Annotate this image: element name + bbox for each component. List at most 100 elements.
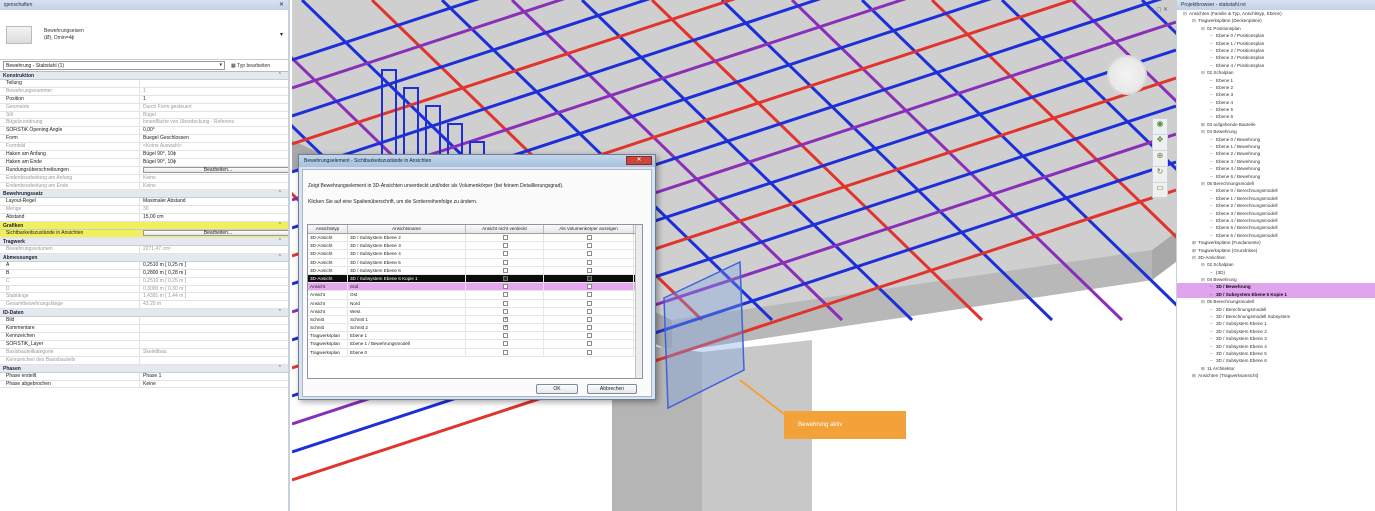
tree-node[interactable]: –3D / Subsystem Ebene 6 (1177, 357, 1375, 364)
column-header-view-name[interactable]: Ansichtsname (348, 225, 466, 233)
solid-checkbox[interactable] (587, 341, 592, 347)
edit-button[interactable]: Bearbeiten... (143, 166, 288, 173)
instance-filter-dropdown[interactable]: Bewehrung - Stabstahl (1) ▾ (3, 61, 225, 70)
tree-node[interactable]: ⊟ 05 Berechnungsmodell (1177, 298, 1375, 305)
tree-node[interactable]: – Ebene 1 / Bewehrung (1177, 143, 1375, 150)
table-row[interactable]: Ansicht West (308, 307, 642, 316)
tree-node[interactable]: –3D / Berechnungsmodell (1177, 306, 1375, 313)
unobscured-checkbox[interactable] (503, 235, 508, 240)
solid-checkbox[interactable] (587, 316, 592, 322)
print-icon[interactable]: ▭ (1153, 183, 1167, 199)
unobscured-checkbox[interactable] (503, 284, 508, 290)
solid-checkbox[interactable] (587, 284, 592, 290)
tree-node[interactable]: – Ebene 6 / Bewehrung (1177, 173, 1375, 180)
table-row[interactable]: Ansicht Ost (308, 291, 642, 300)
tree-node[interactable]: – Ebene 1 (1177, 77, 1375, 84)
tree-node[interactable]: – Ebene 0 / Berechnungsmodell (1177, 187, 1375, 194)
property-value[interactable]: 0,2510 m [ 0,25 m ] (140, 262, 288, 269)
tree-node[interactable]: – Ebene 5 (1177, 106, 1375, 113)
unobscured-checkbox[interactable] (503, 275, 508, 282)
unobscured-checkbox[interactable] (503, 324, 508, 331)
collapse-icon[interactable]: ⌃ (278, 309, 282, 315)
property-section-header[interactable]: Grafiken ⌃ (0, 222, 288, 231)
tree-node[interactable]: –3D / Subsystem Ebene 3 (1177, 335, 1375, 342)
solid-checkbox[interactable] (587, 251, 592, 257)
tree-node[interactable]: ⊞ 11 Architektur (1177, 365, 1375, 372)
table-row[interactable]: 3D-Ansicht 3D / Subsystem Ebene 4 (308, 250, 642, 259)
property-value[interactable]: Buegel Geschlossen (140, 135, 288, 142)
solid-checkbox[interactable] (587, 300, 592, 306)
property-value[interactable]: 0,2800 m [ 0,28 m ] (140, 270, 288, 277)
column-header-unobscured[interactable]: Ansicht nicht verdeckt (466, 225, 544, 233)
tree-node[interactable]: – Ebene 2 (1177, 84, 1375, 91)
unobscured-checkbox[interactable] (503, 243, 508, 249)
collapse-icon[interactable]: ⌃ (278, 72, 282, 78)
tree-node[interactable]: – Ebene 3 / Bewehrung (1177, 158, 1375, 165)
collapse-icon[interactable]: ⌃ (278, 238, 282, 244)
steering-wheel-icon[interactable]: ◉ (1153, 119, 1167, 135)
tree-node[interactable]: –3D / Subsystem Ebene 1 (1177, 320, 1375, 327)
viewcube-icon[interactable] (1107, 55, 1147, 95)
property-value[interactable] (140, 325, 288, 332)
unobscured-checkbox[interactable] (503, 292, 508, 298)
property-value[interactable] (140, 80, 288, 87)
tree-node[interactable]: –3D / Berechnungsmodell Subsystem (1177, 313, 1375, 320)
pan-icon[interactable]: ✥ (1153, 135, 1167, 151)
close-view-icon[interactable]: ✕ (1163, 7, 1168, 13)
tree-node[interactable]: – Ebene 4 / Positionsplan (1177, 62, 1375, 69)
tree-node[interactable]: –3D / Subsystem Ebene 4 (1177, 343, 1375, 350)
tree-node[interactable]: ⊞ 03 aufgehende Bauteile (1177, 121, 1375, 128)
tree-node[interactable]: – Ebene 4 (1177, 99, 1375, 106)
ok-button[interactable]: OK (536, 384, 578, 394)
table-row[interactable]: 3D-Ansicht 3D / Subsystem Ebene 6 Kopie 1 (308, 274, 642, 284)
property-value[interactable] (140, 333, 288, 340)
dialog-close-button[interactable]: ✕ (626, 156, 652, 165)
unobscured-checkbox[interactable] (503, 341, 508, 347)
tree-node[interactable]: – Ebene 2 / Bewehrung (1177, 150, 1375, 157)
column-header-view-type[interactable]: Ansichtstyp (308, 225, 348, 233)
unobscured-checkbox[interactable] (503, 300, 508, 306)
tree-node[interactable]: ⊟ 3D-Ansichten (1177, 254, 1375, 261)
tree-node[interactable]: ⊟ 02 Schalplan (1177, 69, 1375, 76)
unobscured-checkbox[interactable] (503, 267, 508, 273)
cancel-button[interactable]: Abbrechen (587, 384, 637, 394)
table-row[interactable]: 3D-Ansicht 3D / Subsystem Ebene 5 (308, 258, 642, 267)
edit-button[interactable]: Bearbeiten... (143, 230, 288, 237)
tree-node[interactable]: –3D / Subsystem Ebene 5 (1177, 350, 1375, 357)
tree-node[interactable]: – Ebene 4 / Berechnungsmodell (1177, 217, 1375, 224)
solid-checkbox[interactable] (587, 308, 592, 314)
tree-node[interactable]: –3D / Subsystem Ebene 2 (1177, 328, 1375, 335)
solid-checkbox[interactable] (587, 267, 592, 273)
property-section-header[interactable]: Konstruktion ⌃ (0, 72, 288, 80)
tree-node[interactable]: – Ebene 0 / Positionsplan (1177, 32, 1375, 39)
unobscured-checkbox[interactable] (503, 308, 508, 314)
column-header-solid[interactable]: Als Volumenkörper anzeigen (544, 225, 634, 233)
edit-type-button[interactable]: ▦ Typ bearbeiten (231, 63, 270, 69)
tree-node[interactable]: –3D / Bewehrung (1177, 283, 1375, 291)
collapse-icon[interactable]: ⌃ (278, 222, 282, 228)
chevron-down-icon[interactable]: ▾ (280, 31, 283, 38)
close-icon[interactable]: ✕ (279, 1, 284, 8)
table-row[interactable]: Ansicht Nord (308, 299, 642, 308)
property-section-header[interactable]: Bewehrungssatz ⌃ (0, 190, 288, 199)
tree-node[interactable]: – Ebene 3 (1177, 91, 1375, 98)
tree-node[interactable]: ⊞ Tragwerkspläne (Grundrisse) (1177, 247, 1375, 254)
property-value[interactable]: Keine (140, 381, 288, 388)
table-scrollbar[interactable] (635, 225, 642, 378)
unobscured-checkbox[interactable] (503, 316, 508, 323)
tree-node[interactable]: – Ebene 6 (1177, 113, 1375, 120)
unobscured-checkbox[interactable] (503, 259, 508, 265)
property-value[interactable]: 1 (140, 96, 288, 103)
table-row[interactable]: 3D-Ansicht 3D / Subsystem Ebene 6 (308, 266, 642, 275)
property-value[interactable]: Bügel 90°, 10ϕ (140, 151, 288, 158)
table-row[interactable]: Ansicht Süd (308, 283, 642, 292)
property-section-header[interactable]: Phasen ⌃ (0, 364, 288, 373)
table-row[interactable]: Tragwerksplan Ebene 0 (308, 348, 642, 357)
unobscured-checkbox[interactable] (503, 251, 508, 257)
property-value[interactable] (140, 317, 288, 324)
tree-node[interactable]: ⊟ Ansichten (Familie & Typ, Anschlstyp, E… (1177, 10, 1375, 17)
property-section-header[interactable]: Tragwerk ⌃ (0, 238, 288, 247)
tree-node[interactable]: ⊟ 04 Bewehrung (1177, 276, 1375, 283)
table-row[interactable]: 3D-Ansicht 3D / Subsystem Ebene 3 (308, 242, 642, 251)
unobscured-checkbox[interactable] (503, 349, 508, 355)
